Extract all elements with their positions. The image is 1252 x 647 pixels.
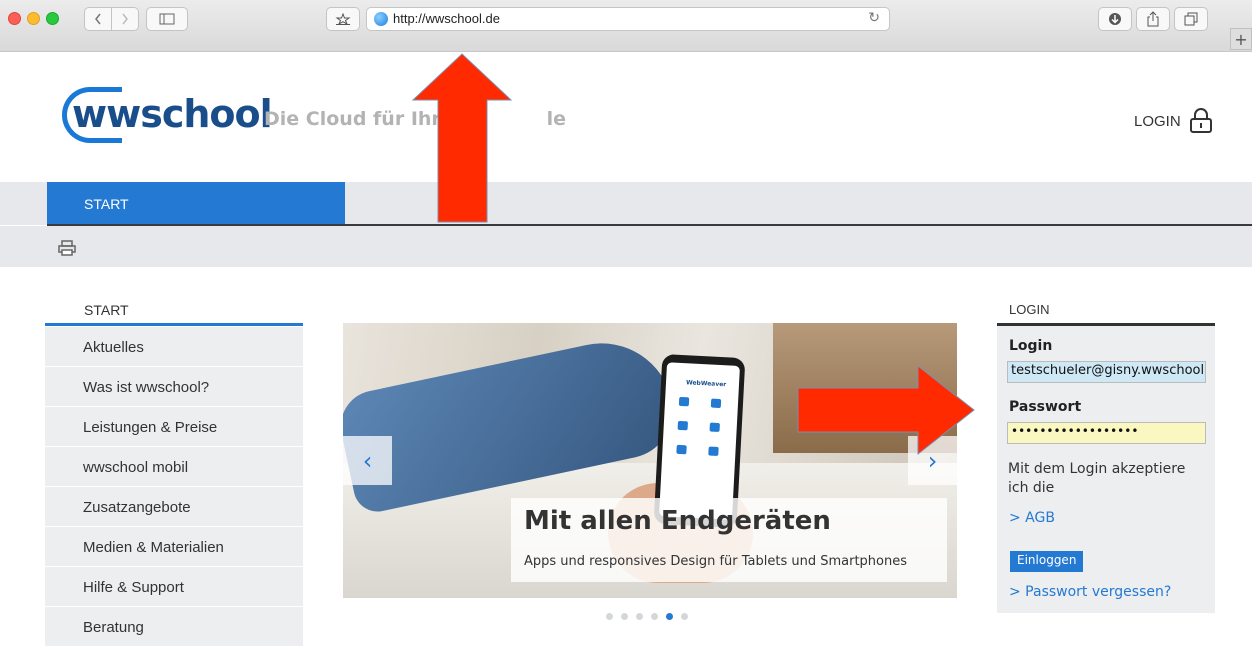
app-tile-icon [708,446,719,457]
sidebar-icon [159,13,175,25]
slider-dot[interactable] [651,613,658,620]
sidebar-title: START [84,302,129,318]
forward-button[interactable] [111,7,139,31]
login-accept-text: Mit dem Login akzeptiere ich die [1008,461,1186,496]
browser-toolbar: http://wwschool.de ↻ + [0,0,1252,52]
annotation-arrow-up [411,53,513,223]
sidebar-item-aktuelles[interactable]: Aktuelles [45,327,303,367]
slider-pagination [606,613,688,620]
star-icon [335,13,351,25]
tabs-overview-button[interactable] [1174,7,1208,31]
new-tab-button[interactable]: + [1230,28,1252,50]
logo-text: wwschool [72,92,273,136]
zoom-window-button[interactable] [46,12,59,25]
downloads-button[interactable] [1098,7,1132,31]
password-label: Passwort [1009,399,1082,415]
login-submit-button[interactable]: Einloggen [1010,551,1084,572]
login-label: Login [1009,338,1053,354]
back-button[interactable] [84,7,112,31]
share-icon [1147,11,1159,27]
url-text[interactable]: http://wwschool.de [393,11,500,26]
sidebar-item-beratung[interactable]: Beratung [45,607,303,647]
sidebar-item-zusatzangebote[interactable]: Zusatzangebote [45,487,303,527]
annotation-arrow-right [797,364,975,456]
app-tile-icon [678,396,690,407]
site-logo[interactable]: wwschool [62,84,273,144]
slider-dot-active[interactable] [666,613,673,620]
tabs-icon [1184,12,1198,26]
plus-icon: + [1234,29,1248,49]
chevron-left-icon: ‹ [362,446,373,475]
toolbar-strip [0,226,1252,267]
app-tile-icon [709,422,720,433]
agb-link[interactable]: > AGB [1009,510,1055,526]
sidebar-title-underline [45,323,303,326]
login-panel-title: LOGIN [1009,302,1050,317]
share-button[interactable] [1136,7,1170,31]
slider-prev-button[interactable]: ‹ [343,436,392,485]
minimize-window-button[interactable] [27,12,40,25]
close-window-button[interactable] [8,12,21,25]
slider-dot[interactable] [621,613,628,620]
slide-caption-subtitle: Apps und responsives Design für Tablets … [524,554,907,569]
chevron-right-icon [122,13,128,25]
slider-dot[interactable] [636,613,643,620]
address-bar[interactable]: http://wwschool.de ↻ [366,7,890,31]
sidebar-item-leistungen-preise[interactable]: Leistungen & Preise [45,407,303,447]
login-form: Login testschueler@gisny.wwschool.de Pas… [997,326,1215,613]
sidebar-item-medien-materialien[interactable]: Medien & Materialien [45,527,303,567]
nav-tab-start[interactable]: START [47,182,345,225]
lock-icon[interactable] [1189,108,1213,134]
chevron-left-icon [95,13,101,25]
sidebar-item-was-ist-wwschool[interactable]: Was ist wwschool? [45,367,303,407]
globe-icon [374,12,388,26]
print-icon[interactable] [58,240,76,256]
download-icon [1109,13,1121,25]
app-tile-icon [676,444,687,455]
app-tile-icon [677,420,689,431]
slide-caption-title: Mit allen Endgeräten [524,506,831,536]
app-tile-icon [710,398,722,409]
reload-icon[interactable]: ↻ [868,10,880,26]
sidebar-toggle-button[interactable] [146,7,188,31]
slider-dot[interactable] [681,613,688,620]
slider-dot[interactable] [606,613,613,620]
sidebar-item-wwschool-mobil[interactable]: wwschool mobil [45,447,303,487]
bookmark-button[interactable] [326,7,360,31]
smartphone-screen: WebWeaver [659,362,740,520]
app-name: WebWeaver [685,379,727,389]
slide-caption: Mit allen Endgeräten Apps und responsive… [511,498,947,582]
sidebar-nav: Aktuelles Was ist wwschool? Leistungen &… [45,327,303,647]
login-password-input[interactable]: •••••••••••••••••• [1007,422,1206,444]
forgot-password-link[interactable]: > Passwort vergessen? [1009,584,1171,600]
login-username-input[interactable]: testschueler@gisny.wwschool.de [1007,361,1206,383]
header-login-link[interactable]: LOGIN [1134,113,1181,130]
sidebar-item-hilfe-support[interactable]: Hilfe & Support [45,567,303,607]
